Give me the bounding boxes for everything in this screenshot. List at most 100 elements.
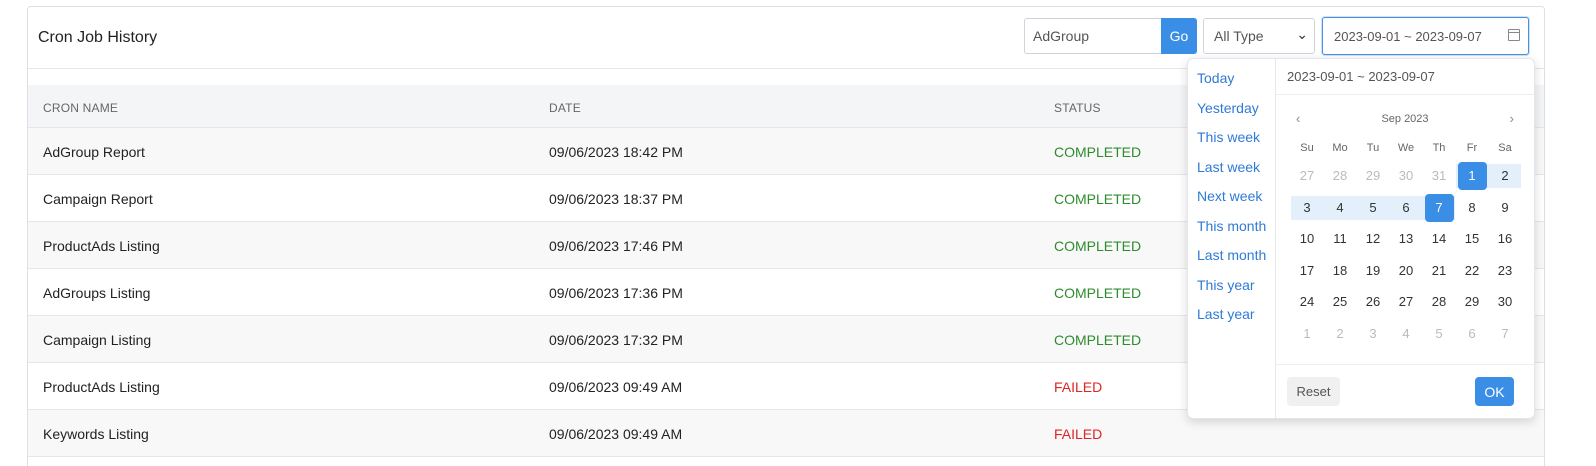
range-option-next-week[interactable]: Next week [1197,188,1262,204]
date-cell: 09/06/2023 09:49 AM [549,379,683,395]
type-select[interactable]: All Type ⌄ [1203,18,1315,54]
calendar-day-selected[interactable]: 1 [1457,162,1487,190]
cron-name-cell: Keywords Listing [43,426,149,442]
month-title[interactable]: Sep 2023 [1276,113,1534,125]
cron-name-cell: ProductAds Listing [43,238,160,254]
month-nav: ‹ Sep 2023 › [1276,111,1534,129]
calendar-day[interactable]: 27 [1390,290,1422,314]
range-option-today[interactable]: Today [1197,70,1234,86]
calendar-day[interactable]: 22 [1456,259,1488,283]
calendar-day[interactable]: 2 [1489,164,1521,188]
column-header-status: STATUS [1054,101,1101,115]
calendar-day[interactable]: 14 [1423,227,1455,251]
date-cell: 09/06/2023 18:37 PM [549,191,683,207]
weekday-label: Mo [1332,142,1348,154]
picker-footer: Reset OK [1276,364,1534,420]
cron-name-cell: AdGroups Listing [43,285,151,301]
date-range-picker: Today Yesterday This week Last week Next wee… [1187,58,1535,419]
reset-button[interactable]: Reset [1287,377,1340,406]
search-input[interactable] [1024,18,1161,54]
calendar-day[interactable]: 10 [1291,227,1323,251]
range-option-last-week[interactable]: Last week [1197,159,1260,175]
column-header-cron-name: CRON NAME [43,101,119,115]
calendar-day[interactable]: 6 [1456,322,1488,346]
calendar-day[interactable]: 6 [1390,196,1422,220]
cron-name-cell: Campaign Report [43,191,153,207]
calendar-day[interactable]: 18 [1324,259,1356,283]
date-range-input[interactable]: 2023-09-01 ~ 2023-09-07 [1322,17,1529,55]
calendar-day[interactable]: 5 [1423,322,1455,346]
calendar-day[interactable]: 24 [1291,290,1323,314]
calendar-panel: 2023-09-01 ~ 2023-09-07 ‹ Sep 2023 › Su M… [1276,59,1534,418]
weekday-label: Th [1432,142,1446,154]
column-header-date: DATE [549,101,581,115]
calendar-day[interactable]: 4 [1324,196,1356,220]
go-button[interactable]: Go [1161,18,1197,54]
calendar-day[interactable]: 30 [1390,164,1422,188]
picker-header: 2023-09-01 ~ 2023-09-07 [1276,59,1534,95]
type-select-value: All Type [1214,28,1264,44]
calendar-day[interactable]: 9 [1489,196,1521,220]
calendar-day[interactable]: 19 [1357,259,1389,283]
cron-name-cell: ProductAds Listing [43,379,160,395]
status-cell: COMPLETED [1054,332,1142,348]
date-cell: 09/06/2023 17:46 PM [549,238,683,254]
calendar-day[interactable]: 8 [1456,196,1488,220]
cron-name-cell: Campaign Listing [43,332,152,348]
date-cell: 09/06/2023 09:49 AM [549,426,683,442]
range-option-this-month[interactable]: This month [1197,218,1266,234]
calendar-day[interactable]: 25 [1324,290,1356,314]
calendar-day[interactable]: 16 [1489,227,1521,251]
calendar-day[interactable]: 4 [1390,322,1422,346]
calendar-day[interactable]: 28 [1423,290,1455,314]
picker-header-value: 2023-09-01 ~ 2023-09-07 [1287,69,1435,84]
calendar-day[interactable]: 2 [1324,322,1356,346]
quick-ranges: Today Yesterday This week Last week Next wee… [1188,59,1276,418]
ok-button[interactable]: OK [1475,377,1514,406]
weekday-label: We [1397,142,1415,154]
date-cell: 09/06/2023 18:42 PM [549,144,683,160]
calendar-day[interactable]: 11 [1324,227,1356,251]
calendar-day[interactable]: 12 [1357,227,1389,251]
weekday-label: Fr [1466,142,1478,154]
status-cell: FAILED [1054,426,1103,442]
calendar-day[interactable]: 21 [1423,259,1455,283]
calendar-day[interactable]: 15 [1456,227,1488,251]
status-cell: COMPLETED [1054,191,1142,207]
calendar-day[interactable]: 7 [1489,322,1521,346]
weekday-label: Sa [1498,142,1512,154]
calendar-day[interactable]: 28 [1324,164,1356,188]
calendar-day[interactable]: 5 [1357,196,1389,220]
range-option-this-year[interactable]: This year [1197,277,1255,293]
calendar-day[interactable]: 3 [1291,196,1323,220]
calendar-day[interactable]: 3 [1357,322,1389,346]
date-range-value: 2023-09-01 ~ 2023-09-07 [1334,29,1482,44]
page-title: Cron Job History [38,29,158,46]
calendar-day[interactable]: 26 [1357,290,1389,314]
calendar-icon [1508,29,1520,41]
chevron-down-icon: ⌄ [1296,26,1308,42]
date-cell: 09/06/2023 17:32 PM [549,332,683,348]
range-option-this-week[interactable]: This week [1197,129,1260,145]
calendar-day[interactable]: 17 [1291,259,1323,283]
status-cell: COMPLETED [1054,238,1142,254]
status-cell: COMPLETED [1054,285,1142,301]
calendar-day[interactable]: 23 [1489,259,1521,283]
calendar-day[interactable]: 29 [1357,164,1389,188]
weekday-label: Tu [1366,142,1380,154]
calendar-day-selected[interactable]: 7 [1424,193,1454,222]
calendar-day[interactable]: 29 [1456,290,1488,314]
calendar-day[interactable]: 31 [1423,164,1455,188]
range-option-last-month[interactable]: Last month [1197,247,1266,263]
range-option-yesterday[interactable]: Yesterday [1197,100,1259,116]
chevron-right-icon[interactable]: › [1510,111,1514,126]
range-option-last-year[interactable]: Last year [1197,306,1255,322]
calendar-day[interactable]: 27 [1291,164,1323,188]
cron-name-cell: AdGroup Report [43,144,145,160]
weekday-label: Su [1300,142,1314,154]
calendar-day[interactable]: 13 [1390,227,1422,251]
calendar-day[interactable]: 1 [1291,322,1323,346]
calendar-day[interactable]: 30 [1489,290,1521,314]
calendar-day[interactable]: 20 [1390,259,1422,283]
status-cell: COMPLETED [1054,144,1142,160]
